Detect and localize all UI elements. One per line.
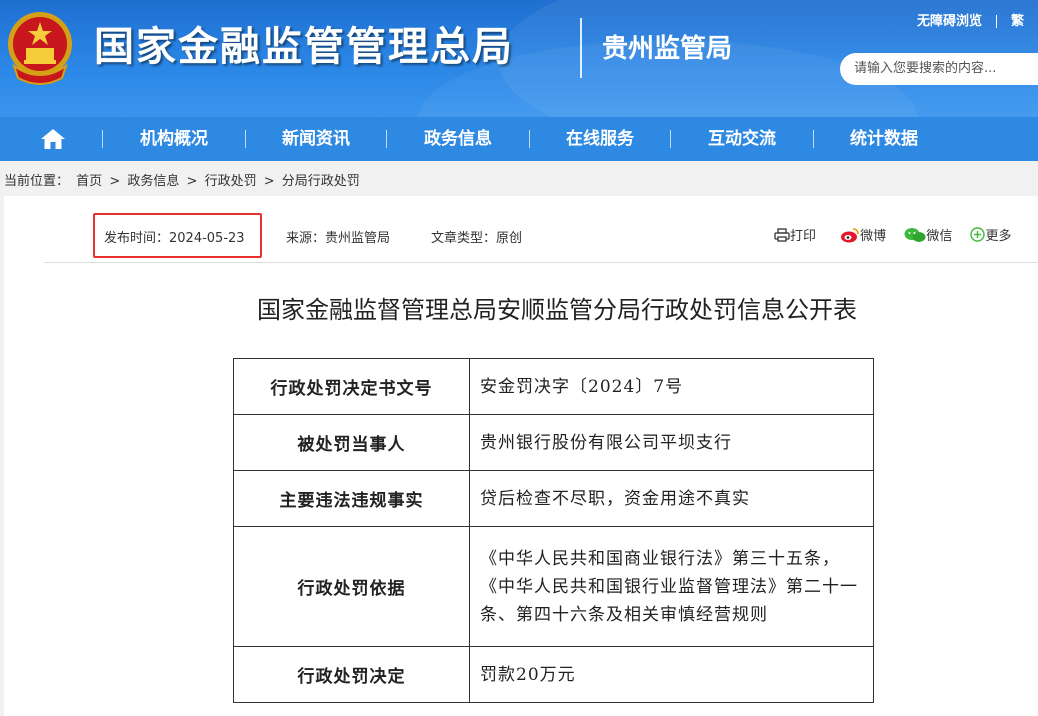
wechat-icon bbox=[904, 228, 926, 242]
table-value: 贷后检查不尽职，资金用途不真实 bbox=[469, 470, 874, 527]
table-value: 贵州银行股份有限公司平坝支行 bbox=[469, 414, 874, 471]
nav-item-government[interactable]: 政务信息 bbox=[387, 117, 529, 161]
national-emblem-icon bbox=[8, 12, 72, 85]
breadcrumb: 当前位置： 首页 > 政务信息 > 行政处罚 > 分局行政处罚 bbox=[4, 170, 363, 189]
nav-item-statistics[interactable]: 统计数据 bbox=[814, 117, 954, 161]
breadcrumb-branch-penalty[interactable]: 分局行政处罚 bbox=[282, 174, 360, 189]
nav-item-online-service[interactable]: 在线服务 bbox=[530, 117, 670, 161]
title-divider bbox=[580, 18, 582, 78]
nav-item-news[interactable]: 新闻资讯 bbox=[246, 117, 386, 161]
table-row: 行政处罚依据 《中华人民共和国商业银行法》第三十五条，《中华人民共和国银行业监督… bbox=[233, 526, 874, 647]
main-nav: 机构概况 新闻资讯 政务信息 在线服务 互动交流 统计数据 bbox=[0, 117, 1038, 161]
breadcrumb-government[interactable]: 政务信息 bbox=[127, 174, 179, 189]
branch-title[interactable]: 贵州监管局 bbox=[602, 28, 732, 65]
breadcrumb-penalty[interactable]: 行政处罚 bbox=[205, 174, 257, 189]
penalty-info-table: 行政处罚决定书文号 安金罚决字〔2024〕7号 被处罚当事人 贵州银行股份有限公… bbox=[233, 358, 874, 703]
site-title[interactable]: 国家金融监管管理总局 bbox=[94, 14, 514, 72]
print-label: 打印 bbox=[790, 229, 817, 244]
nav-home[interactable] bbox=[30, 117, 76, 161]
wechat-label: 微信 bbox=[926, 229, 953, 244]
top-links: 无障碍浏览 繁 bbox=[917, 10, 1024, 29]
printer-icon bbox=[774, 228, 790, 242]
weibo-label: 微博 bbox=[860, 229, 887, 244]
more-share-button[interactable]: 更多 bbox=[970, 225, 1011, 244]
table-key: 行政处罚决定 bbox=[233, 646, 470, 703]
table-row: 被处罚当事人 贵州银行股份有限公司平坝支行 bbox=[233, 414, 874, 471]
traditional-chinese-link[interactable]: 繁 bbox=[1011, 14, 1024, 29]
table-value: 罚款20万元 bbox=[469, 646, 874, 703]
accessibility-link[interactable]: 无障碍浏览 bbox=[917, 14, 982, 29]
table-key: 主要违法违规事实 bbox=[233, 470, 470, 527]
article-panel: 发布时间：2024-05-23 来源：贵州监管局 文章类型：原创 打印 微博 微… bbox=[4, 196, 1038, 716]
nav-item-about[interactable]: 机构概况 bbox=[103, 117, 245, 161]
breadcrumb-label: 当前位置： bbox=[4, 174, 70, 189]
article-title: 国家金融监督管理总局安顺监管分局行政处罚信息公开表 bbox=[257, 296, 857, 324]
article-type: 文章类型：原创 bbox=[431, 231, 523, 246]
home-icon bbox=[41, 129, 65, 149]
divider bbox=[44, 262, 1038, 263]
breadcrumb-separator: > bbox=[109, 174, 121, 189]
table-row: 行政处罚决定 罚款20万元 bbox=[233, 646, 874, 703]
table-key: 行政处罚依据 bbox=[233, 526, 470, 647]
table-value: 《中华人民共和国商业银行法》第三十五条，《中华人民共和国银行业监督管理法》第二十… bbox=[469, 526, 874, 647]
wechat-share-button[interactable]: 微信 bbox=[904, 225, 952, 244]
table-key: 被处罚当事人 bbox=[233, 414, 470, 471]
publish-time: 发布时间：2024-05-23 bbox=[104, 231, 245, 246]
nav-item-interaction[interactable]: 互动交流 bbox=[671, 117, 813, 161]
site-header: 国家金融监管管理总局 贵州监管局 无障碍浏览 繁 请输入您要搜索的内容... bbox=[0, 0, 1038, 117]
weibo-share-button[interactable]: 微博 bbox=[840, 225, 886, 244]
plus-circle-icon bbox=[970, 227, 986, 242]
search-input[interactable]: 请输入您要搜索的内容... bbox=[840, 53, 1038, 85]
breadcrumb-home[interactable]: 首页 bbox=[76, 174, 102, 189]
share-bar: 打印 微博 微信 更多 bbox=[774, 225, 1025, 244]
table-row: 主要违法违规事实 贷后检查不尽职，资金用途不真实 bbox=[233, 470, 874, 527]
table-value: 安金罚决字〔2024〕7号 bbox=[469, 358, 874, 415]
article-source: 来源：贵州监管局 bbox=[286, 231, 391, 246]
more-label: 更多 bbox=[985, 229, 1012, 244]
weibo-icon bbox=[841, 228, 859, 243]
article-meta: 发布时间：2024-05-23 来源：贵州监管局 文章类型：原创 打印 微博 微… bbox=[4, 213, 1038, 259]
breadcrumb-separator: > bbox=[263, 174, 275, 189]
breadcrumb-separator: > bbox=[186, 174, 198, 189]
table-row: 行政处罚决定书文号 安金罚决字〔2024〕7号 bbox=[233, 358, 874, 415]
print-button[interactable]: 打印 bbox=[774, 225, 816, 244]
divider bbox=[995, 15, 997, 28]
table-key: 行政处罚决定书文号 bbox=[233, 358, 470, 415]
